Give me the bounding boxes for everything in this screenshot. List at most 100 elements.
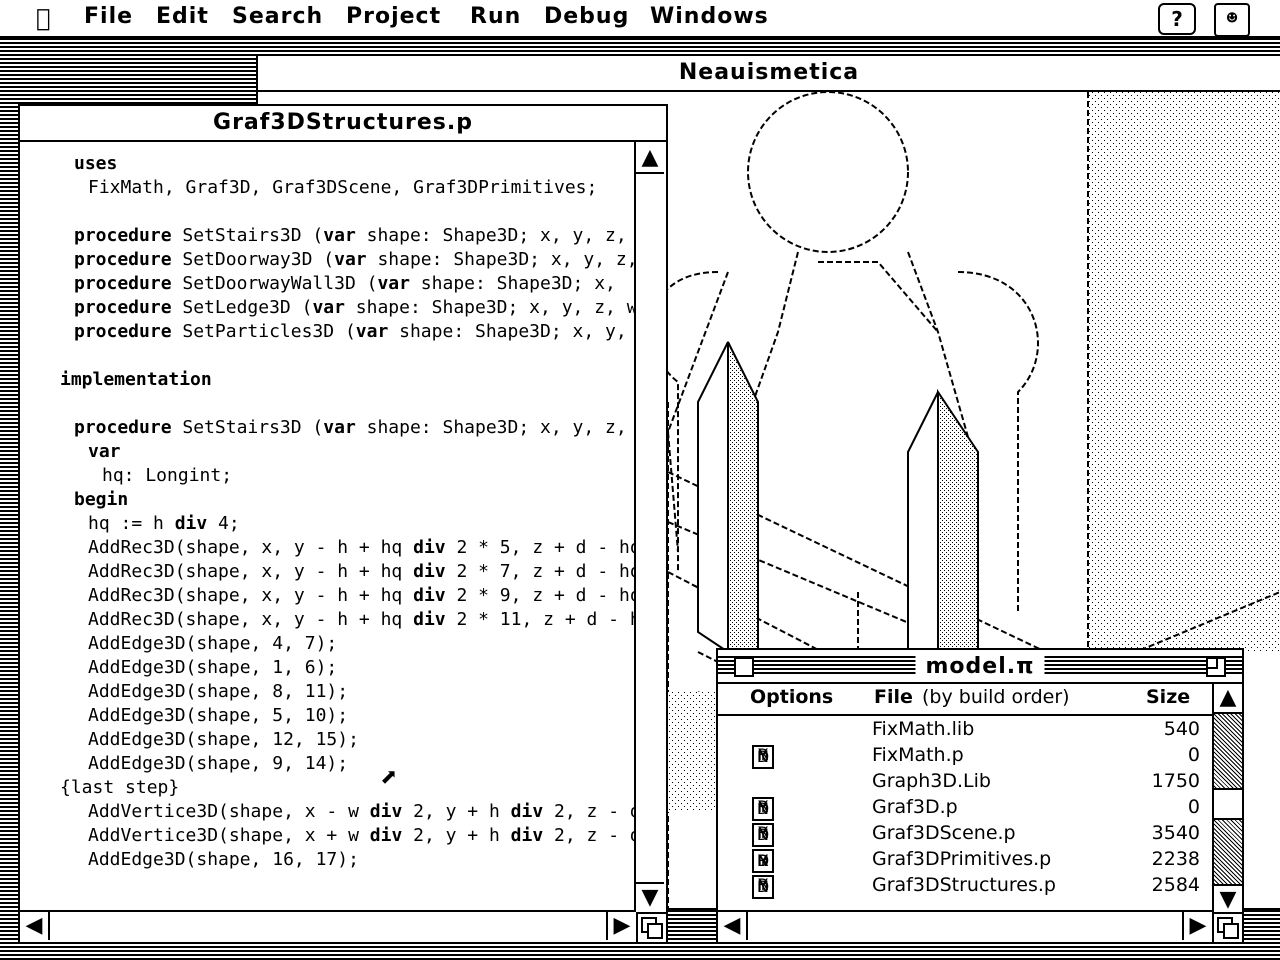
project-file-row[interactable]: FixMath.lib 540 [718, 717, 1212, 743]
code-line: AddRec3D(shape, x, y - h + hq div 2 * 5,… [88, 536, 636, 560]
picture-window-titlebar[interactable]: Neauismetica [258, 56, 1280, 92]
menu-search[interactable]: Search [232, 4, 323, 29]
menu-edit[interactable]: Edit [156, 4, 209, 29]
code-text: shape: Shape3D; x, y, z, w [355, 225, 636, 246]
file-size: 3540 [1151, 822, 1200, 844]
menu-project[interactable]: Project [346, 4, 441, 29]
code-line: procedure SetParticles3D (var shape: Sha… [74, 320, 636, 344]
file-size: 540 [1163, 718, 1200, 740]
menu-run[interactable]: Run [470, 4, 521, 29]
file-size: 1750 [1151, 770, 1200, 792]
project-file-row[interactable]: D N Y R Graf3DPrimitives.p 2238 [718, 847, 1212, 873]
scroll-down-icon[interactable]: ▼ [1214, 884, 1242, 914]
close-box-icon[interactable] [734, 657, 754, 677]
zoom-box-icon[interactable] [1206, 657, 1226, 677]
code-keyword: var [334, 249, 367, 270]
code-line: hq: Longint; [102, 464, 232, 488]
code-text: 2 * 7, z + d - hq * 3 [456, 561, 636, 582]
file-name[interactable]: Graf3DStructures.p [872, 874, 1056, 896]
scroll-right-icon[interactable]: ▶ [1182, 912, 1212, 940]
code-line: AddEdge3D(shape, 1, 6); [88, 656, 337, 680]
scroll-left-icon[interactable]: ◀ [718, 912, 748, 940]
code-keyword: var [323, 417, 356, 438]
scroll-up-icon[interactable]: ▲ [636, 144, 664, 174]
file-column-header[interactable]: File [874, 686, 913, 708]
code-keyword: uses [74, 153, 118, 174]
code-keyword: div [510, 825, 544, 846]
finder-icon[interactable]: ☻ [1214, 3, 1250, 37]
project-vertical-scrollbar[interactable]: ▲ ▼ [1212, 684, 1242, 914]
code-text: AddEdge3D(shape, 12, 15); [88, 729, 359, 750]
project-title: model.π [915, 654, 1045, 679]
project-file-row[interactable]: Graph3D.Lib 1750 [718, 769, 1212, 795]
code-keyword: div [413, 609, 446, 630]
code-text: AddRec3D(shape, x, y - h + hq [88, 561, 414, 582]
help-icon[interactable]: ? [1158, 3, 1196, 35]
project-file-row[interactable]: D N Y R Graf3DScene.p 3540 [718, 821, 1212, 847]
file-name[interactable]: Graf3DScene.p [872, 822, 1016, 844]
option-r-toggle[interactable]: R [752, 875, 774, 894]
file-name[interactable]: Graf3D.p [872, 796, 958, 818]
editor-titlebar[interactable]: Graf3DStructures.p [20, 106, 666, 142]
code-text: shape: Shape3D; x, y, z, [366, 249, 636, 270]
scroll-down-icon[interactable]: ▼ [636, 882, 664, 912]
project-horizontal-scrollbar[interactable]: ◀ ▶ [718, 910, 1212, 942]
option-r-toggle[interactable]: R [752, 745, 774, 764]
file-name[interactable]: Graf3DPrimitives.p [872, 848, 1051, 870]
options-column-header[interactable]: Options [750, 686, 833, 708]
file-name[interactable]: FixMath.lib [872, 718, 974, 740]
code-line: AddEdge3D(shape, 9, 14); [88, 752, 348, 776]
option-r-toggle[interactable]: R [752, 823, 774, 842]
editor-vertical-scrollbar[interactable]: ▲ ▼ [634, 142, 666, 912]
code-line: AddVertice3D(shape, x - w div 2, y + h d… [88, 800, 636, 824]
scroll-top-icon[interactable]: ▲ [1214, 684, 1242, 714]
project-file-row[interactable]: D N Y R Graf3D.p 0 [718, 795, 1212, 821]
code-line: procedure SetLedge3D (var shape: Shape3D… [74, 296, 636, 320]
code-line: begin [74, 488, 128, 512]
code-line: AddEdge3D(shape, 12, 15); [88, 728, 359, 752]
apple-menu-icon[interactable]:  [36, 4, 50, 32]
menu-windows[interactable]: Windows [650, 4, 769, 29]
code-keyword: var [312, 297, 345, 318]
code-text: hq: Longint; [102, 465, 233, 486]
code-keyword: procedure [74, 321, 172, 342]
code-text: shape: Shape3D; x, y, z, w [355, 417, 636, 438]
code-text: AddRec3D(shape, x, y - h + hq [88, 585, 414, 606]
project-file-row[interactable]: D N Y R Graf3DStructures.p 2584 [718, 873, 1212, 899]
scroll-thumb[interactable] [1214, 788, 1242, 820]
picture-window-title: Neauismetica [668, 60, 870, 85]
option-r-toggle[interactable]: R [752, 797, 774, 816]
menu-bar:  File Edit Search Project Run Debug Win… [0, 0, 1280, 38]
file-name[interactable]: Graph3D.Lib [872, 770, 991, 792]
menu-debug[interactable]: Debug [544, 4, 629, 29]
code-text: AddRec3D(shape, x, y - h + hq [88, 537, 414, 558]
code-text: FixMath, Graf3D, Graf3DScene, Graf3DPrim… [88, 177, 598, 198]
code-keyword: var [377, 273, 410, 294]
code-view[interactable]: uses FixMath, Graf3D, Graf3DScene, Graf3D… [20, 142, 636, 912]
code-keyword: procedure [74, 249, 172, 270]
code-keyword: div [369, 825, 403, 846]
editor-grow-box-icon[interactable] [636, 912, 666, 942]
scroll-right-icon[interactable]: ▶ [606, 912, 636, 940]
project-titlebar[interactable]: model.π [718, 650, 1242, 684]
project-file-row[interactable]: D N Y R FixMath.p 0 [718, 743, 1212, 769]
code-text: 2, z - d [554, 801, 636, 822]
editor-horizontal-scrollbar[interactable]: ◀ ▶ [20, 910, 636, 942]
code-text: shape: Shape3D; x, y, z, w, [344, 297, 636, 318]
scroll-left-icon[interactable]: ◀ [20, 912, 50, 940]
code-line: {last step} [60, 776, 179, 800]
code-line: hq := h div 4; [88, 512, 240, 536]
file-name[interactable]: FixMath.p [872, 744, 964, 766]
option-r-toggle[interactable]: R [752, 849, 774, 873]
project-grow-box-icon[interactable] [1212, 912, 1242, 942]
size-column-header[interactable]: Size [1146, 686, 1190, 708]
code-text: SetLedge3D ( [171, 297, 313, 318]
editor-title: Graf3DStructures.p [203, 110, 483, 135]
code-keyword: begin [74, 489, 129, 510]
code-text: AddEdge3D(shape, 8, 11); [88, 681, 349, 702]
code-line: procedure SetDoorway3D (var shape: Shape… [74, 248, 636, 272]
code-line: FixMath, Graf3D, Graf3DScene, Graf3DPrim… [88, 176, 597, 200]
code-keyword: procedure [74, 417, 172, 438]
menu-file[interactable]: File [84, 4, 133, 29]
code-text: SetStairs3D ( [171, 225, 324, 246]
